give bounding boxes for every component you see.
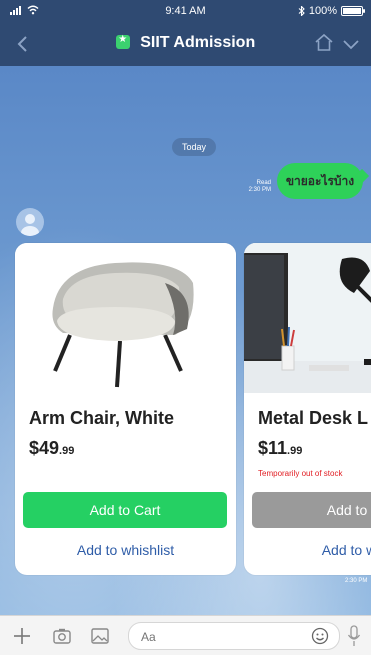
plus-icon[interactable]: [12, 626, 32, 646]
product-price: $11.99: [258, 438, 302, 459]
image-icon[interactable]: [90, 626, 110, 646]
read-label: Read: [256, 180, 271, 186]
home-icon[interactable]: [313, 32, 335, 54]
product-title: Arm Chair, White: [29, 408, 175, 428]
price-cents: .99: [287, 445, 303, 457]
product-title: Metal Desk L: [258, 408, 369, 428]
add-to-wishlist-link[interactable]: Add to wis: [244, 542, 371, 558]
battery-group: 100%: [298, 5, 365, 17]
bluetooth-icon: [298, 6, 305, 16]
product-card[interactable]: Metal Desk L $11.99 Temporarily out of s…: [244, 243, 371, 575]
price-main: $11: [258, 438, 288, 458]
chat-title-text: SIIT Admission: [140, 34, 256, 51]
battery-icon: [341, 6, 365, 16]
chat-header: SIIT Admission: [0, 22, 371, 66]
desk-lamp-image: [244, 243, 371, 393]
chat-screen: 9:41 AM 100% SIIT Admission Today Rea: [0, 0, 371, 655]
read-time: 2:30 PM: [248, 187, 271, 193]
add-to-wishlist-link[interactable]: Add to whishlist: [15, 542, 236, 558]
price-main: $49: [29, 438, 60, 458]
verified-badge-icon: [115, 34, 130, 49]
chat-body[interactable]: Today Read 2:30 PM ขายอะไรบ้าง Arm Chair…: [0, 66, 371, 615]
add-to-cart-button[interactable]: Add to C: [252, 492, 371, 528]
message-timestamp: 2:30 PM: [345, 578, 368, 584]
microphone-icon[interactable]: [347, 625, 361, 647]
price-cents: .99: [59, 445, 75, 457]
camera-icon[interactable]: [52, 626, 72, 646]
message-input-wrapper[interactable]: [128, 622, 340, 650]
product-price: $49.99: [29, 438, 74, 459]
date-separator: Today: [172, 138, 216, 156]
message-input[interactable]: [139, 626, 303, 648]
message-composer: [0, 615, 371, 655]
bot-avatar[interactable]: [16, 208, 44, 236]
battery-percent: 100%: [308, 5, 337, 17]
read-receipt: Read 2:30 PM: [249, 180, 271, 194]
emoji-icon[interactable]: [311, 627, 329, 645]
armchair-image: [15, 243, 236, 393]
stock-warning: Temporarily out of stock: [258, 469, 343, 478]
add-to-cart-button[interactable]: Add to Cart: [23, 492, 227, 528]
status-bar: 9:41 AM 100%: [0, 0, 371, 22]
product-card[interactable]: Arm Chair, White $49.99 Add to Cart Add …: [15, 243, 236, 575]
outgoing-message-bubble[interactable]: ขายอะไรบ้าง: [277, 163, 363, 199]
chevron-down-icon[interactable]: [341, 34, 361, 54]
